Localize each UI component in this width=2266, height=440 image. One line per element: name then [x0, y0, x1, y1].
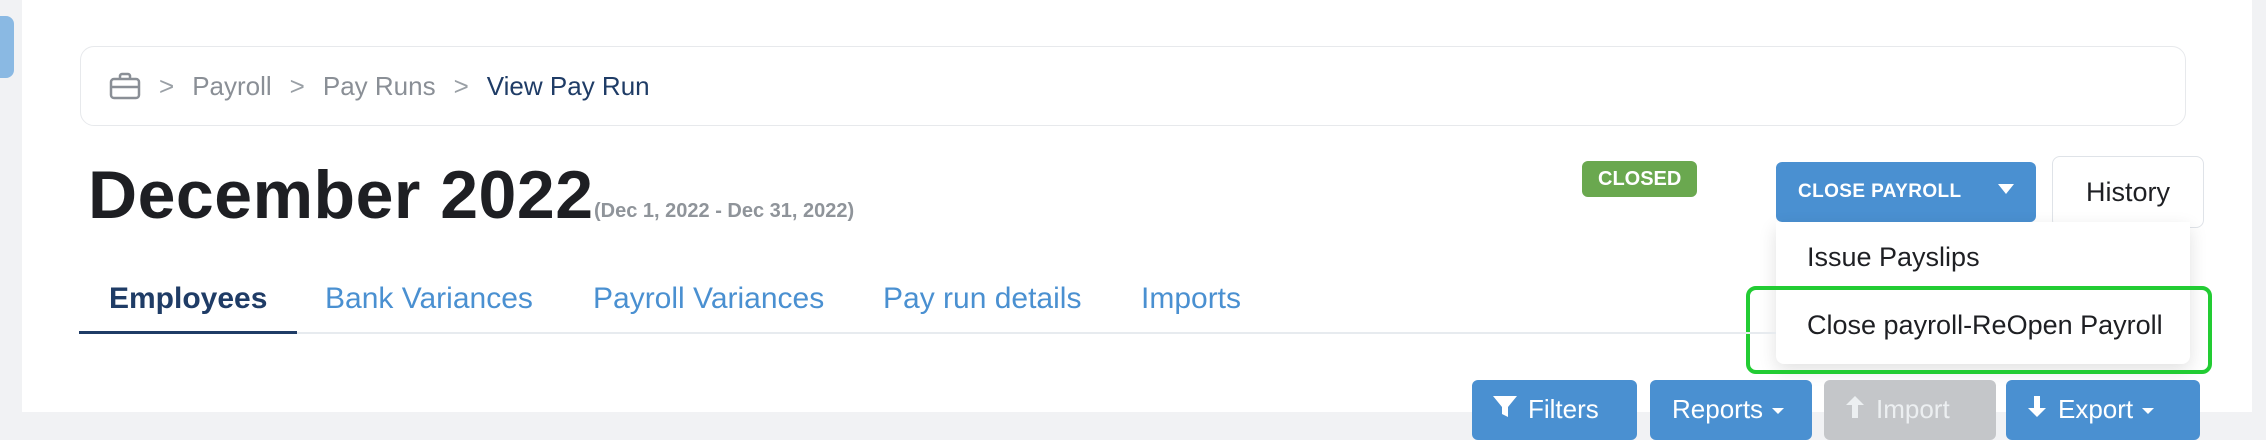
reports-button[interactable]: Reports [1650, 380, 1812, 440]
breadcrumb-separator: > [453, 70, 469, 101]
caret-down-icon[interactable] [1998, 184, 2014, 194]
menu-item-reopen-payroll[interactable]: Close payroll-ReOpen Payroll [1807, 310, 2163, 341]
filter-icon [1492, 394, 1518, 427]
filters-button[interactable]: Filters [1472, 380, 1637, 440]
status-badge: CLOSED [1582, 161, 1698, 197]
briefcase-icon[interactable] [109, 72, 141, 100]
tab-bar: Employees Bank Variances Payroll Varianc… [78, 280, 1776, 334]
tab-payroll-variances[interactable]: Payroll Variances [593, 280, 824, 332]
tab-pay-run-details[interactable]: Pay run details [883, 280, 1081, 332]
tab-employees[interactable]: Employees [78, 280, 298, 334]
breadcrumb-item-pay-runs[interactable]: Pay Runs [323, 71, 436, 102]
export-button[interactable]: Export [2006, 380, 2200, 440]
export-label: Export [2058, 394, 2134, 424]
tab-bank-variances[interactable]: Bank Variances [325, 280, 533, 332]
download-icon [2026, 394, 2048, 427]
date-range: (Dec 1, 2022 - Dec 31, 2022) [594, 200, 855, 222]
tab-imports[interactable]: Imports [1141, 280, 1241, 332]
import-button[interactable]: Import [1824, 380, 1996, 440]
caret-down-icon [2141, 394, 2155, 427]
breadcrumb: > Payroll > Pay Runs > View Pay Run [80, 46, 2186, 126]
breadcrumb-item-current: View Pay Run [486, 70, 650, 101]
close-payroll-button[interactable]: CLOSE PAYROLL [1776, 162, 2036, 222]
caret-down-icon [1771, 394, 1785, 427]
upload-icon [1844, 394, 1866, 427]
menu-item-issue-payslips[interactable]: Issue Payslips [1807, 242, 1980, 273]
breadcrumb-item-payroll[interactable]: Payroll [192, 71, 271, 102]
page-title: December 2022 [88, 157, 594, 233]
import-label: Import [1876, 394, 1950, 424]
close-payroll-dropdown: Issue Payslips Close payroll-ReOpen Payr… [1776, 222, 2190, 364]
side-drawer-tab[interactable] [0, 16, 14, 78]
breadcrumb-separator: > [289, 70, 305, 101]
close-payroll-label: CLOSE PAYROLL [1798, 181, 1962, 202]
reports-label: Reports [1672, 394, 1764, 424]
breadcrumb-separator: > [159, 70, 175, 101]
history-button[interactable]: History [2052, 156, 2204, 228]
filters-label: Filters [1528, 394, 1599, 424]
